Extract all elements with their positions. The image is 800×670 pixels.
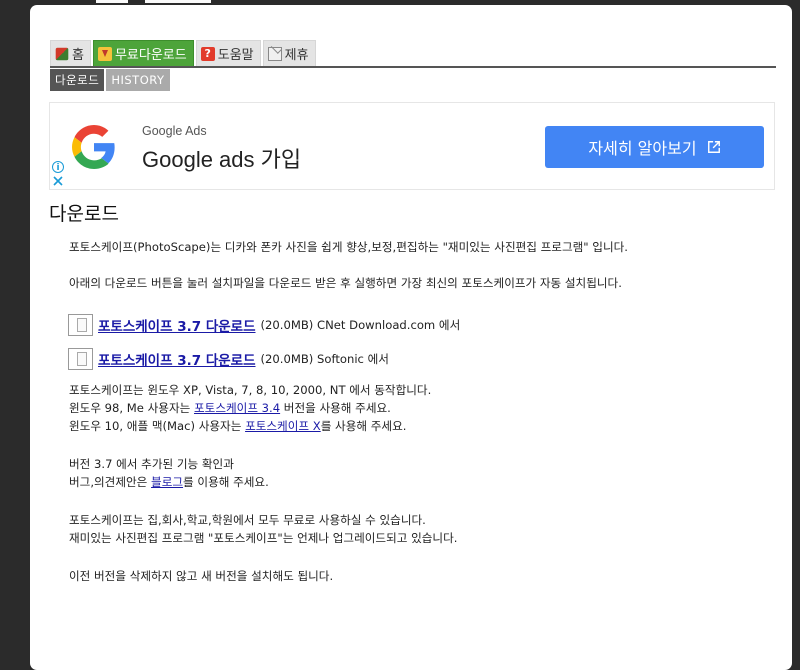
photoscape-34-link[interactable]: 포토스케이프 3.4 <box>194 401 280 415</box>
os-line-2-text: 윈도우 98, Me 사용자는 <box>69 401 194 415</box>
download-row-cnet: 포토스케이프 3.7 다운로드 (20.0MB) CNet Download.c… <box>68 313 460 337</box>
ad-button-label: 자세히 알아보기 <box>588 139 697 158</box>
mail-icon <box>267 46 282 61</box>
feature-line: 버전 3.7 에서 추가된 기능 확인과 <box>69 457 234 471</box>
instruction-text: 아래의 다운로드 버튼을 눌러 설치파일을 다운로드 받은 후 실행하면 가장 … <box>69 276 622 290</box>
google-logo-icon <box>72 125 115 169</box>
sub-tabs: 다운로드 HISTORY <box>50 69 170 91</box>
os-line-3-suffix: 를 사용해 주세요. <box>320 419 407 433</box>
info-icon[interactable]: i <box>52 161 64 173</box>
download-meta: (20.0MB) CNet Download.com 에서 <box>260 318 461 332</box>
free-use-text: 포토스케이프는 집,회사,학교,학원에서 모두 무료로 사용하실 수 있습니다.… <box>69 511 457 547</box>
tab-partnership[interactable]: 제휴 <box>262 40 316 66</box>
ad-headline[interactable]: Google ads 가입 <box>142 142 301 174</box>
external-link-icon <box>707 141 720 153</box>
tab-home[interactable]: 홈 <box>50 40 91 66</box>
os-line-3-text: 윈도우 10, 애플 맥(Mac) 사용자는 <box>69 419 246 433</box>
blog-line: 버그,의견제안은 블로그를 이용해 주세요. <box>69 473 269 491</box>
os-line-2-suffix: 버전을 사용해 주세요. <box>280 401 391 415</box>
home-icon <box>55 47 69 60</box>
file-icon <box>68 348 93 370</box>
ad-learn-more-button[interactable]: 자세히 알아보기 <box>545 126 764 168</box>
blog-link[interactable]: 블로그 <box>151 475 183 489</box>
window-edge-stub <box>96 0 128 3</box>
tab-divider <box>50 66 776 68</box>
download-icon <box>97 46 112 61</box>
ad-brand-label: Google Ads <box>142 124 207 138</box>
blog-line-text: 버그,의견제안은 <box>69 475 152 489</box>
tab-help[interactable]: ? 도움말 <box>195 40 261 66</box>
free-line-1: 포토스케이프는 집,회사,학교,학원에서 모두 무료로 사용하실 수 있습니다. <box>69 513 426 527</box>
tab-label: 제휴 <box>284 48 309 63</box>
close-icon[interactable] <box>52 175 64 187</box>
photoscape-x-link[interactable]: 포토스케이프 X <box>245 419 321 433</box>
tab-free-download[interactable]: 무료다운로드 <box>92 40 194 66</box>
window-edge-stub <box>145 0 211 3</box>
tab-label: 무료다운로드 <box>114 48 187 63</box>
help-icon: ? <box>200 46 215 61</box>
feedback-text: 버전 3.7 에서 추가된 기능 확인과 버그,의견제안은 블로그를 이용해 주… <box>69 455 269 491</box>
os-line-1: 포토스케이프는 윈도우 XP, Vista, 7, 8, 10, 2000, N… <box>69 383 432 397</box>
os-line-3: 윈도우 10, 애플 맥(Mac) 사용자는 포토스케이프 X를 사용해 주세요… <box>69 417 431 435</box>
subtab-download[interactable]: 다운로드 <box>50 69 105 91</box>
os-support-text: 포토스케이프는 윈도우 XP, Vista, 7, 8, 10, 2000, N… <box>69 381 431 435</box>
download-row-softonic: 포토스케이프 3.7 다운로드 (20.0MB) Softonic 에서 <box>68 347 389 371</box>
install-note: 이전 버전을 삭제하지 않고 새 버전을 설치해도 됩니다. <box>69 569 334 583</box>
free-line-2: 재미있는 사진편집 프로그램 "포토스케이프"는 언제나 업그레이드되고 있습니… <box>69 531 458 545</box>
google-ad-banner[interactable]: Google Ads Google ads 가입 자세히 알아보기 i <box>49 102 775 190</box>
tab-label: 홈 <box>72 48 84 63</box>
content-panel: 홈 무료다운로드 ? 도움말 제휴 다운로드 HISTORY Google Ad… <box>30 5 792 670</box>
main-tabs: 홈 무료다운로드 ? 도움말 제휴 <box>50 40 316 66</box>
subtab-history[interactable]: HISTORY <box>106 69 170 91</box>
intro-text: 포토스케이프(PhotoScape)는 디카와 폰카 사진을 쉽게 향상,보정,… <box>69 240 628 254</box>
download-link-cnet[interactable]: 포토스케이프 3.7 다운로드 <box>98 315 256 335</box>
file-icon <box>68 314 93 336</box>
tab-label: 도움말 <box>217 48 254 63</box>
blog-line-suffix: 를 이용해 주세요. <box>183 475 269 489</box>
download-meta: (20.0MB) Softonic 에서 <box>260 352 389 366</box>
os-line-2: 윈도우 98, Me 사용자는 포토스케이프 3.4 버전을 사용해 주세요. <box>69 399 431 417</box>
download-link-softonic[interactable]: 포토스케이프 3.7 다운로드 <box>98 349 256 369</box>
page-title: 다운로드 <box>49 203 119 225</box>
